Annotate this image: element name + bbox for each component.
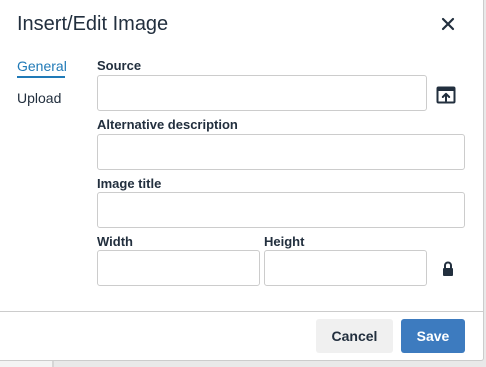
width-label: Width: [97, 234, 133, 249]
source-input[interactable]: [97, 75, 427, 111]
page: Insert/Edit Image General Upload Source …: [0, 0, 486, 367]
footer-divider: [0, 311, 483, 312]
tab-general[interactable]: General: [17, 58, 67, 78]
height-label: Height: [264, 234, 305, 249]
close-button[interactable]: [435, 11, 461, 37]
insert-image-dialog: Insert/Edit Image General Upload Source …: [0, 0, 484, 361]
alt-description-label: Alternative description: [97, 117, 238, 132]
source-label: Source: [97, 58, 142, 73]
image-title-label: Image title: [97, 176, 162, 191]
alt-description-input[interactable]: [97, 134, 465, 170]
dialog-title: Insert/Edit Image: [17, 13, 169, 35]
dialog-tabs: General Upload: [17, 58, 77, 120]
browse-button[interactable]: [433, 82, 459, 108]
browse-icon: [436, 86, 456, 104]
save-button[interactable]: Save: [401, 319, 465, 353]
cancel-button[interactable]: Cancel: [316, 319, 393, 353]
lock-icon: [443, 261, 453, 276]
width-input[interactable]: [97, 250, 260, 286]
dialog-header: Insert/Edit Image: [0, 0, 483, 50]
image-title-input[interactable]: [97, 192, 465, 228]
tab-upload[interactable]: Upload: [17, 90, 77, 108]
constrain-proportions-button[interactable]: [437, 256, 459, 282]
height-input[interactable]: [264, 250, 427, 286]
close-icon: [441, 17, 455, 31]
